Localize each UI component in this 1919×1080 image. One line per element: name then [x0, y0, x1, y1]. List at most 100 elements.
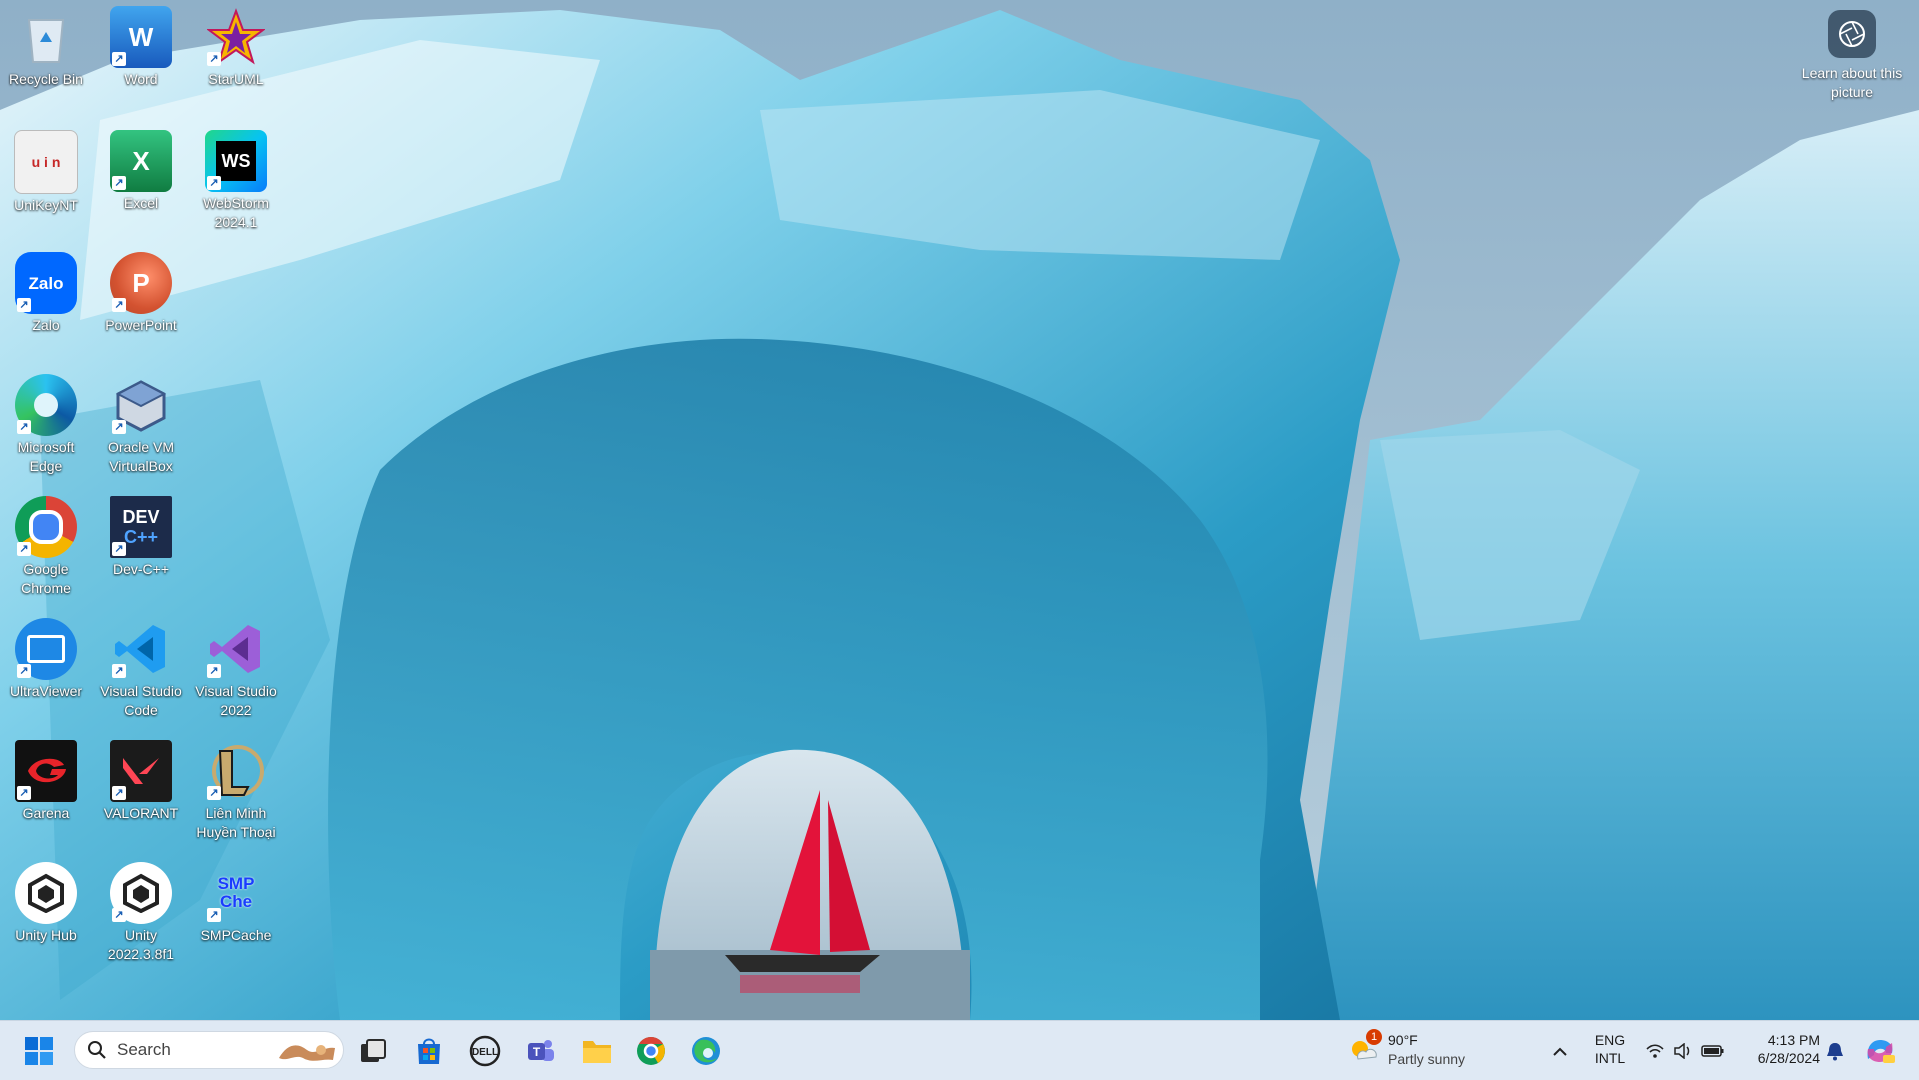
dell-icon: DELL [469, 1035, 501, 1067]
weather-temp: 90°F [1388, 1032, 1418, 1048]
language-line2: INTL [1594, 1050, 1626, 1066]
clock-time: 4:13 PM [1767, 1032, 1820, 1048]
store-button[interactable] [408, 1030, 450, 1072]
desktop-icon-garena[interactable]: ↗ Garena [0, 740, 92, 823]
league-icon: ↗ [205, 740, 267, 802]
desktop-icon-visual-studio[interactable]: ↗ Visual Studio 2022 [190, 618, 282, 720]
virtualbox-icon: ↗ [110, 374, 172, 436]
edge-icon [692, 1037, 720, 1065]
shortcut-arrow-icon: ↗ [17, 542, 31, 556]
chevron-up-icon [1553, 1047, 1567, 1056]
devcpp-icon: DEV C++ ↗ [110, 496, 172, 558]
teams-button[interactable]: T [520, 1030, 562, 1072]
copilot-icon [1867, 1040, 1895, 1063]
shortcut-arrow-icon: ↗ [112, 786, 126, 800]
teams-icon: T [528, 1040, 554, 1061]
copilot-button[interactable] [1860, 1030, 1900, 1072]
excel-icon: X ↗ [110, 130, 172, 192]
svg-text:T: T [533, 1045, 541, 1059]
start-icon [25, 1037, 53, 1065]
shortcut-arrow-icon: ↗ [17, 786, 31, 800]
notifications-button[interactable] [1820, 1030, 1850, 1072]
shortcut-arrow-icon: ↗ [207, 786, 221, 800]
volume-icon [1674, 1043, 1690, 1059]
file-explorer-icon [583, 1041, 611, 1063]
smpcache-icon: SMP Che ↗ [205, 862, 267, 924]
desktop-icon-smpcache[interactable]: SMP Che ↗ SMPCache [190, 862, 282, 945]
desktop-icon-league[interactable]: ↗ Liên Minh Huyền Thoại [190, 740, 282, 842]
task-view-button[interactable] [352, 1030, 394, 1072]
desktop-icon-powerpoint[interactable]: P ↗ PowerPoint [95, 252, 187, 335]
zalo-icon: Zalo ↗ [15, 252, 77, 314]
edge-icon: ↗ [15, 374, 77, 436]
desktop-icon-excel[interactable]: X ↗ Excel [95, 130, 187, 213]
desktop-icon-zalo[interactable]: Zalo ↗ Zalo [0, 252, 92, 335]
shortcut-arrow-icon: ↗ [112, 908, 126, 922]
desktop-icon-staruml[interactable]: ↗ StarUML [190, 6, 282, 89]
chrome-icon: ↗ [15, 496, 77, 558]
language-line1: ENG [1594, 1032, 1626, 1048]
chrome-taskbar-button[interactable] [630, 1030, 672, 1072]
shortcut-arrow-icon: ↗ [207, 908, 221, 922]
unikey-icon: u i n [14, 130, 78, 194]
weather-badge: 1 [1366, 1029, 1382, 1045]
shortcut-arrow-icon: ↗ [112, 176, 126, 190]
desktop-icon-word[interactable]: W ↗ Word [95, 6, 187, 89]
shortcut-arrow-icon: ↗ [112, 52, 126, 66]
shortcut-arrow-icon: ↗ [112, 542, 126, 556]
wifi-icon [1646, 1044, 1664, 1058]
webstorm-icon: WS ↗ [205, 130, 267, 192]
powerpoint-icon: P ↗ [110, 252, 172, 314]
garena-icon: ↗ [15, 740, 77, 802]
desktop-icon-unikey[interactable]: u i n UniKeyNT [0, 130, 92, 215]
bell-icon [1827, 1043, 1843, 1061]
desktop-icon-unity-hub[interactable]: Unity Hub [0, 862, 92, 945]
desktop-icon-ultraviewer[interactable]: ↗ UltraViewer [0, 618, 92, 701]
desktop-icon-recycle-bin[interactable]: Recycle Bin [0, 6, 92, 89]
file-explorer-button[interactable] [576, 1030, 618, 1072]
desktop-icon-chrome[interactable]: ↗ Google Chrome [0, 496, 92, 598]
desktop-icon-valorant[interactable]: ↗ VALORANT [95, 740, 187, 823]
shortcut-arrow-icon: ↗ [112, 298, 126, 312]
valorant-icon: ↗ [110, 740, 172, 802]
chrome-icon [637, 1037, 665, 1065]
shortcut-arrow-icon: ↗ [17, 664, 31, 678]
store-icon [418, 1038, 440, 1064]
shortcut-arrow-icon: ↗ [207, 52, 221, 66]
ultraviewer-icon: ↗ [15, 618, 77, 680]
desktop: Recycle Bin W ↗ Word ↗ StarUML u i n Uni… [0, 0, 1919, 1020]
desktop-icon-edge[interactable]: ↗ Microsoft Edge [0, 374, 92, 476]
clock-date: 6/28/2024 [1757, 1050, 1820, 1066]
search-highlight-icon [279, 1045, 335, 1061]
system-tray-status[interactable] [1645, 1039, 1730, 1063]
shortcut-arrow-icon: ↗ [207, 176, 221, 190]
weather-widget[interactable]: 1 90°F Partly sunny [1348, 1029, 1498, 1071]
camera-icon [1828, 10, 1876, 58]
recycle-bin-icon [15, 6, 77, 68]
dell-button[interactable]: DELL [464, 1030, 506, 1072]
show-hidden-icons-button[interactable] [1540, 1030, 1580, 1072]
desktop-icon-unity[interactable]: ↗ Unity 2022.3.8f1 [95, 862, 187, 964]
start-button[interactable] [18, 1030, 60, 1072]
shortcut-arrow-icon: ↗ [207, 664, 221, 678]
task-view-icon [361, 1039, 386, 1062]
weather-desc: Partly sunny [1388, 1051, 1466, 1067]
desktop-icon-vscode[interactable]: ↗ Visual Studio Code [95, 618, 187, 720]
search-placeholder: Search [117, 1040, 171, 1059]
shortcut-arrow-icon: ↗ [112, 664, 126, 678]
desktop-icon-virtualbox[interactable]: ↗ Oracle VM VirtualBox [95, 374, 187, 476]
edge-taskbar-button[interactable] [685, 1030, 727, 1072]
desktop-icon-webstorm[interactable]: WS ↗ WebStorm 2024.1 [190, 130, 282, 232]
unity-hub-icon [15, 862, 77, 924]
desktop-icon-devcpp[interactable]: DEV C++ ↗ Dev-C++ [95, 496, 187, 579]
learn-about-picture[interactable]: Learn about this picture [1796, 10, 1908, 102]
clock[interactable]: 4:13 PM 6/28/2024 [1740, 1031, 1820, 1071]
staruml-icon: ↗ [205, 6, 267, 68]
shortcut-arrow-icon: ↗ [17, 420, 31, 434]
shortcut-arrow-icon: ↗ [112, 420, 126, 434]
taskbar: Search DELL T 1 90°F Partly sunny ENG IN… [0, 1020, 1919, 1080]
language-indicator[interactable]: ENG INTL [1590, 1031, 1630, 1071]
search-input[interactable]: Search [74, 1031, 344, 1069]
wallpaper [0, 0, 1919, 1020]
learn-about-label: Learn about this picture [1801, 65, 1903, 100]
